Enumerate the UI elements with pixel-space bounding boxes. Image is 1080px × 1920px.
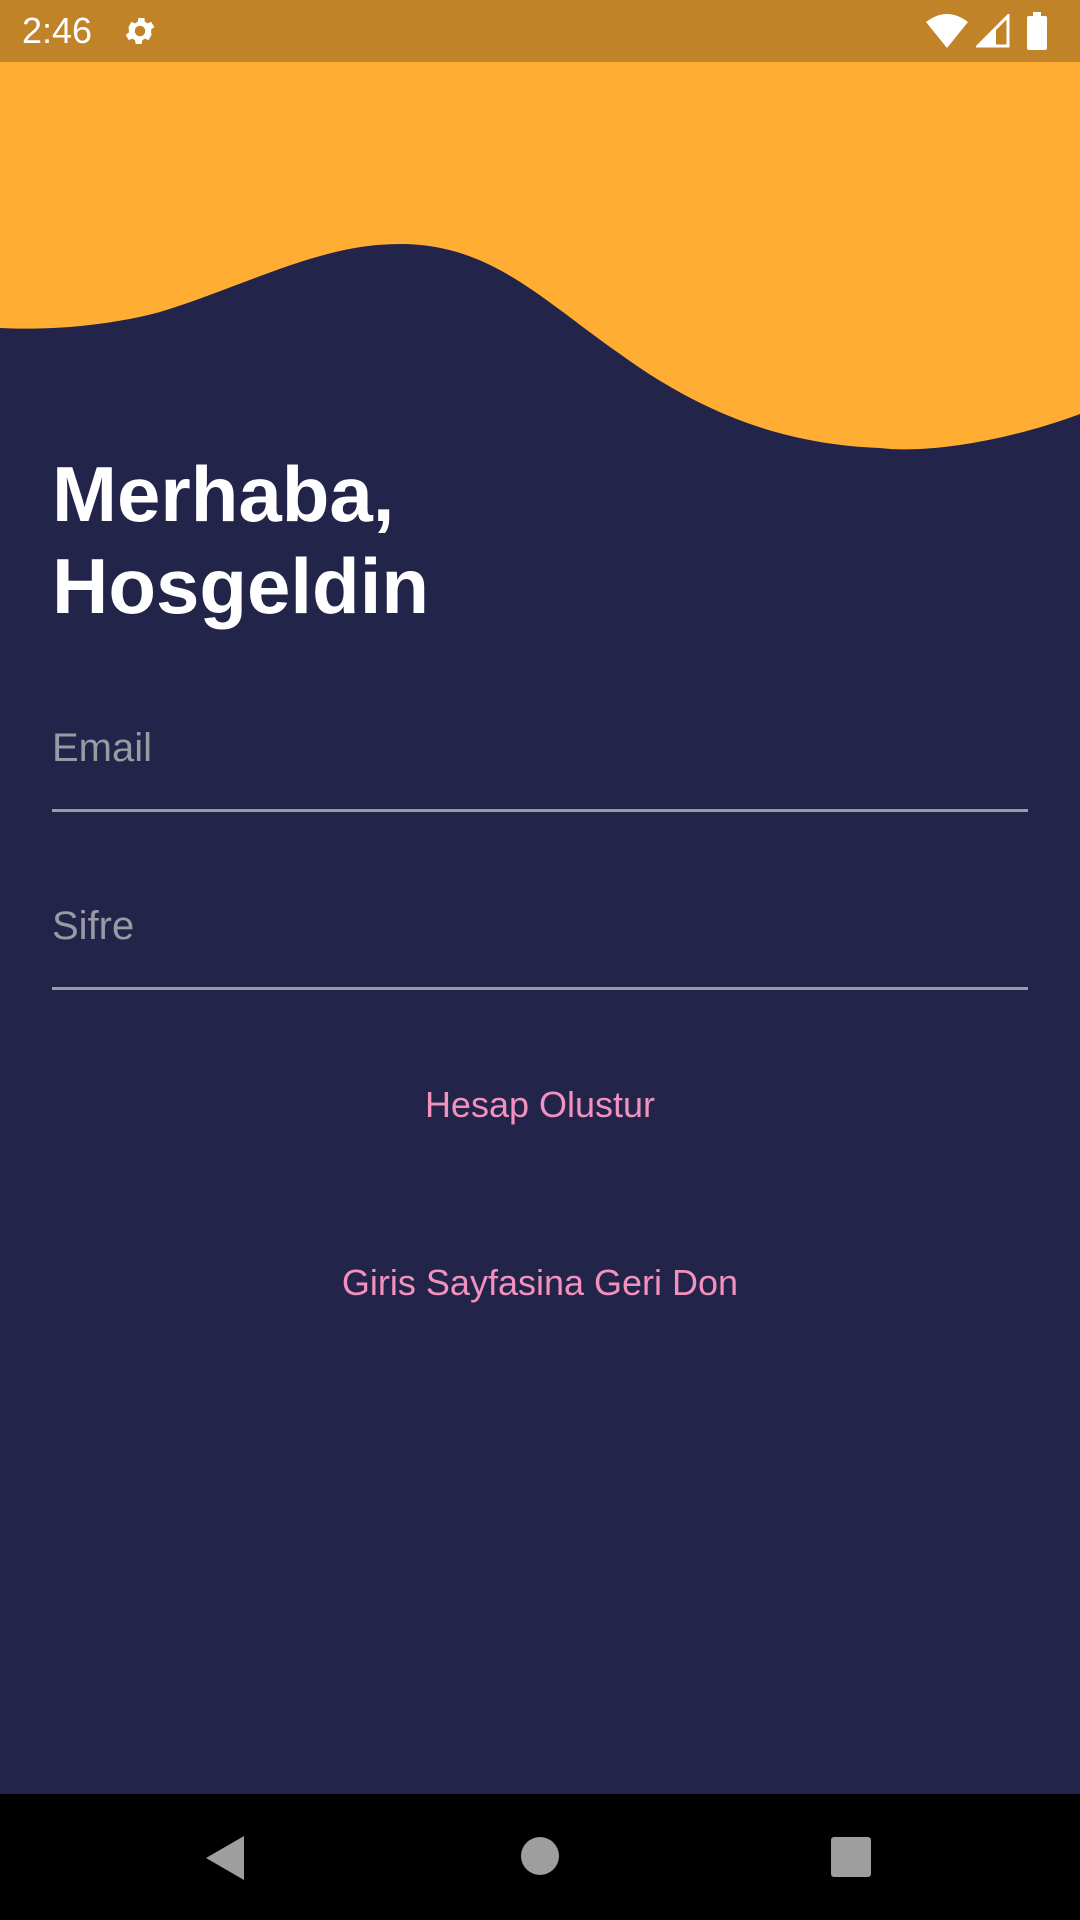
greeting-title: Merhaba, Hosgeldin bbox=[52, 448, 429, 632]
greeting-line-2: Hosgeldin bbox=[52, 542, 430, 630]
header-wave bbox=[0, 62, 1080, 450]
greeting-line-1: Merhaba, bbox=[52, 450, 395, 538]
back-triangle-icon[interactable] bbox=[204, 1834, 248, 1882]
recents-square-icon[interactable] bbox=[830, 1836, 872, 1878]
password-field[interactable] bbox=[52, 880, 1028, 990]
home-circle-icon[interactable] bbox=[520, 1836, 560, 1876]
status-icons bbox=[860, 0, 1080, 62]
status-bar: 2:46 bbox=[0, 0, 1080, 62]
email-input[interactable] bbox=[52, 726, 1028, 771]
back-to-login-button[interactable]: Giris Sayfasina Geri Don bbox=[0, 1258, 1080, 1308]
wifi-icon bbox=[926, 14, 968, 48]
signal-icon bbox=[976, 14, 1010, 48]
password-input[interactable] bbox=[52, 904, 1028, 949]
create-account-button[interactable]: Hesap Olustur bbox=[0, 1080, 1080, 1130]
email-field[interactable] bbox=[52, 702, 1028, 812]
status-time: 2:46 bbox=[22, 10, 93, 51]
battery-icon bbox=[1027, 12, 1047, 50]
gear-icon bbox=[125, 17, 155, 45]
register-screen: 2:46 Merhaba, Hosgeldin Email Hesap Olus… bbox=[0, 0, 1080, 1920]
wave-shape bbox=[0, 62, 1080, 450]
navigation-bar bbox=[0, 1794, 1080, 1920]
